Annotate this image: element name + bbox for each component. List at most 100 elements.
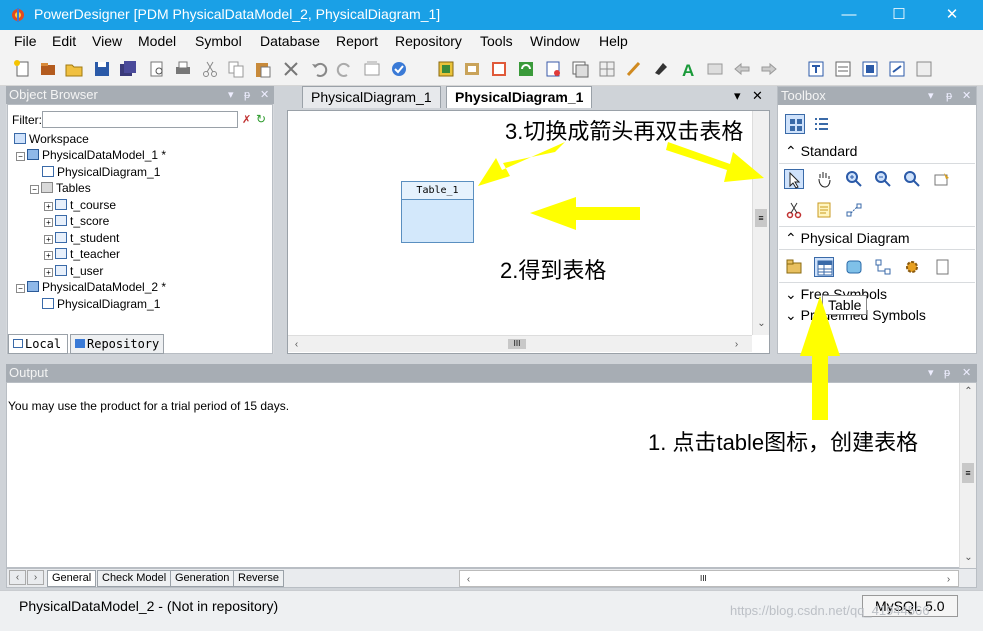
menu-help[interactable]: Help: [599, 33, 628, 49]
menu-model[interactable]: Model: [138, 33, 176, 49]
vertical-scrollbar[interactable]: ≡ ⌄: [752, 111, 769, 335]
tab-check-model[interactable]: Check Model: [97, 570, 172, 587]
large-icons-view-icon[interactable]: [785, 114, 805, 134]
redo-icon[interactable]: [335, 59, 355, 79]
menu-window[interactable]: Window: [530, 33, 580, 49]
expand-icon[interactable]: +: [44, 235, 53, 244]
zoom-fit-icon[interactable]: [887, 59, 907, 79]
menu-edit[interactable]: Edit: [52, 33, 76, 49]
open-model-icon[interactable]: [38, 59, 58, 79]
tree-item-model-2[interactable]: − PhysicalDataModel_2 *: [16, 279, 166, 295]
print-icon[interactable]: [173, 59, 193, 79]
output-horizontal-scrollbar[interactable]: ‹ III ›: [459, 570, 959, 587]
tab-diagram-2-active[interactable]: PhysicalDiagram_1: [446, 86, 593, 108]
pin-icon[interactable]: ᵽ: [946, 87, 952, 105]
h-scrollbar-thumb[interactable]: III: [508, 339, 526, 349]
print-preview-icon[interactable]: [147, 59, 167, 79]
tree-item-table[interactable]: + t_user: [44, 263, 103, 279]
view-icon[interactable]: [844, 257, 864, 277]
pin-icon[interactable]: ᵽ: [944, 364, 950, 382]
package-icon[interactable]: [784, 257, 804, 277]
link-icon[interactable]: [844, 200, 864, 220]
forward-icon[interactable]: [759, 59, 779, 79]
scroll-left-icon[interactable]: ‹: [288, 336, 305, 353]
save-all-icon[interactable]: [118, 59, 138, 79]
collapse-icon[interactable]: −: [30, 185, 39, 194]
pane-dropdown-icon[interactable]: ▾: [228, 86, 234, 104]
grabber-hand-icon[interactable]: [814, 169, 834, 189]
save-icon[interactable]: [92, 59, 112, 79]
export-icon[interactable]: [705, 59, 725, 79]
clear-filter-icon[interactable]: ✗: [242, 113, 251, 126]
scrollbar-thumb[interactable]: ≡: [755, 209, 767, 227]
align-icon[interactable]: [833, 59, 853, 79]
section-standard[interactable]: ⌃ Standard: [779, 140, 975, 164]
delete-icon[interactable]: [281, 59, 301, 79]
minimize-button[interactable]: —: [826, 0, 872, 30]
pane-dropdown-icon[interactable]: ▾: [928, 364, 934, 382]
window-icon[interactable]: [570, 59, 590, 79]
expand-icon[interactable]: +: [44, 218, 53, 227]
tree-item-diagram-2[interactable]: PhysicalDiagram_1: [42, 296, 160, 312]
refresh-icon[interactable]: [516, 59, 536, 79]
cut-icon[interactable]: [200, 59, 220, 79]
tree-item-diagram-1[interactable]: PhysicalDiagram_1: [42, 164, 160, 180]
tree-item-table[interactable]: + t_student: [44, 230, 119, 246]
menu-tools[interactable]: Tools: [480, 33, 513, 49]
collapse-icon[interactable]: −: [16, 284, 25, 293]
grid-icon[interactable]: [597, 59, 617, 79]
report-icon[interactable]: [543, 59, 563, 79]
tab-generation[interactable]: Generation: [170, 570, 235, 587]
copy-icon[interactable]: [226, 59, 246, 79]
expand-icon[interactable]: +: [44, 268, 53, 277]
menu-view[interactable]: View: [92, 33, 122, 49]
tab-list-icon[interactable]: ▾: [734, 88, 741, 104]
tab-local[interactable]: Local: [8, 334, 68, 354]
zoom-in-icon[interactable]: [844, 169, 864, 189]
paste-icon[interactable]: [253, 59, 273, 79]
scroll-down-icon[interactable]: ⌄: [753, 315, 770, 332]
maximize-button[interactable]: ☐: [876, 0, 922, 30]
filter-input[interactable]: [42, 111, 238, 128]
check-model-icon[interactable]: [389, 59, 409, 79]
table-symbol[interactable]: Table_1: [401, 181, 474, 243]
output-scrollbar-thumb[interactable]: ≡: [962, 463, 974, 483]
refresh-filter-icon[interactable]: ↻: [256, 112, 266, 126]
undo-icon[interactable]: [309, 59, 329, 79]
pane-close-icon[interactable]: ✕: [260, 86, 269, 104]
diagram-close-icon[interactable]: ✕: [752, 88, 763, 104]
tab-diagram-1[interactable]: PhysicalDiagram_1: [302, 86, 441, 108]
delete-scissors-icon[interactable]: [784, 200, 804, 220]
tree-item-workspace[interactable]: Workspace: [14, 131, 89, 147]
tab-scroll-left-icon[interactable]: ‹: [9, 570, 26, 585]
tree-item-model-1[interactable]: − PhysicalDataModel_1 *: [16, 147, 166, 163]
back-icon[interactable]: [732, 59, 752, 79]
list-view-icon[interactable]: [811, 114, 831, 134]
pane-close-icon[interactable]: ✕: [962, 87, 971, 105]
table-tool-icon[interactable]: [814, 257, 834, 277]
collapse-icon[interactable]: −: [16, 152, 25, 161]
tab-repository[interactable]: Repository: [70, 334, 165, 354]
scroll-up-icon[interactable]: ⌃: [960, 383, 977, 400]
scroll-down-icon[interactable]: ⌄: [960, 549, 977, 566]
open-package-icon[interactable]: [902, 169, 922, 189]
properties-icon[interactable]: [362, 59, 382, 79]
tree-item-table[interactable]: + t_course: [44, 197, 116, 213]
scroll-left-icon[interactable]: ‹: [460, 571, 477, 588]
output-h-thumb[interactable]: III: [700, 574, 707, 583]
pen-icon[interactable]: [624, 59, 644, 79]
tab-scroll-right-icon[interactable]: ›: [27, 570, 44, 585]
horizontal-scrollbar[interactable]: ‹ III ›: [288, 335, 752, 352]
tab-reverse[interactable]: Reverse: [233, 570, 284, 587]
pane-dropdown-icon[interactable]: ▾: [928, 87, 934, 105]
procedure-gear-icon[interactable]: [902, 257, 922, 277]
output-vertical-scrollbar[interactable]: ⌃ ≡ ⌄: [959, 383, 976, 569]
close-button[interactable]: ✕: [929, 0, 975, 30]
tree-item-table[interactable]: + t_teacher: [44, 246, 120, 262]
tree-item-tables[interactable]: − Tables: [30, 180, 91, 196]
menu-report[interactable]: Report: [336, 33, 378, 49]
tab-general[interactable]: General: [47, 570, 97, 587]
pin-icon[interactable]: ᵽ: [244, 86, 250, 104]
zoom-icon[interactable]: [914, 59, 934, 79]
reverse-engineer-icon[interactable]: [462, 59, 482, 79]
